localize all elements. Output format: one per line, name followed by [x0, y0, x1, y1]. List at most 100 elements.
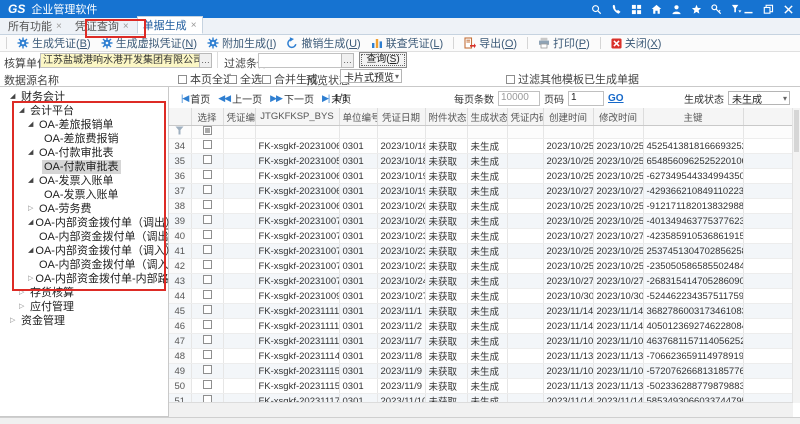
row-select-checkbox[interactable]	[203, 200, 212, 209]
table-row[interactable]: 48FK-xsgkf-20231114603012023/11/8未获取未生成2…	[169, 349, 793, 364]
column-header[interactable]: 凭证编号	[223, 108, 255, 126]
first-page-button[interactable]: |◀首页	[181, 91, 210, 106]
column-header[interactable]: JTGKFKSP_BYS	[255, 108, 339, 126]
row-select-checkbox[interactable]	[203, 365, 212, 374]
close-tab-button[interactable]: 关闭(X)	[611, 35, 662, 51]
tree-expanded-icon[interactable]: ◢	[28, 146, 37, 160]
table-row[interactable]: 39FK-xsgkf-20231007003012023/10/20未获取未生成…	[169, 214, 793, 229]
key-icon[interactable]	[711, 4, 722, 15]
tree-item[interactable]: OA-内部资金拨付单（调出单位凭证）	[0, 230, 168, 244]
tree-item[interactable]: ◢OA-差旅报销单	[0, 118, 168, 132]
table-row[interactable]: 47FK-xsgkf-20231111903012023/11/7未获取未生成2…	[169, 334, 793, 349]
page-number-input[interactable]: 1	[568, 91, 604, 106]
tree-item[interactable]: OA-付款审批表	[0, 160, 168, 174]
column-header[interactable]: 选择	[191, 108, 223, 126]
row-select-checkbox[interactable]	[203, 275, 212, 284]
column-header[interactable]: 修改时间	[593, 108, 643, 126]
select-all-checkbox[interactable]	[228, 75, 237, 84]
horizontal-scrollbar[interactable]	[169, 402, 793, 417]
column-header[interactable]: 附件状态	[425, 108, 467, 126]
tree-item[interactable]: ◢OA-付款审批表	[0, 146, 168, 160]
column-header[interactable]: 生成状态	[467, 108, 507, 126]
scrollbar-thumb[interactable]	[794, 110, 799, 152]
row-select-checkbox[interactable]	[203, 260, 212, 269]
column-header[interactable]: 凭证内码	[507, 108, 543, 126]
table-row[interactable]: 34FK-xsgkf-20231006203012023/10/18未获取未生成…	[169, 139, 793, 154]
merge-generate-checkbox[interactable]	[262, 75, 271, 84]
table-row[interactable]: 38FK-xsgkf-20231006903012023/10/20未获取未生成…	[169, 199, 793, 214]
export-button[interactable]: 导出(O)	[464, 35, 517, 51]
row-select-checkbox[interactable]	[203, 320, 212, 329]
tree-item[interactable]: ◢OA-内部资金拨付单（调出）	[0, 216, 168, 230]
phone-icon[interactable]	[611, 4, 622, 15]
user-icon[interactable]	[671, 4, 682, 15]
restore-icon[interactable]	[763, 4, 774, 15]
tree-item[interactable]: ◢财务会计	[0, 90, 168, 104]
tree-item[interactable]: OA-差旅费报销	[0, 132, 168, 146]
go-button[interactable]: GO	[608, 93, 624, 104]
star-icon[interactable]	[691, 4, 702, 15]
tree-item[interactable]: ◢会计平台	[0, 104, 168, 118]
row-select-checkbox[interactable]	[203, 335, 212, 344]
table-row[interactable]: 35FK-xsgkf-20231005603012023/10/18未获取未生成…	[169, 154, 793, 169]
tree-item[interactable]: OA-内部资金拨付单（调入单位凭证）	[0, 258, 168, 272]
tree-collapsed-icon[interactable]: ▷	[10, 314, 19, 328]
table-row[interactable]: 50FK-xsgkf-20231115203012023/11/9未获取未生成2…	[169, 379, 793, 394]
tree-item[interactable]: ◢OA-发票入账单	[0, 174, 168, 188]
select-page-checkbox[interactable]	[178, 75, 187, 84]
tab-all-functions[interactable]: 所有功能 ×	[3, 18, 67, 34]
table-row[interactable]: 49FK-xsgkf-20231115303012023/11/9未获取未生成2…	[169, 364, 793, 379]
table-row[interactable]: 46FK-xsgkf-20231111503012023/11/2未获取未生成2…	[169, 319, 793, 334]
minimize-icon[interactable]	[743, 4, 754, 15]
column-header[interactable]: 凭证日期	[377, 108, 425, 126]
tree-item[interactable]: ▷应付管理	[0, 300, 168, 314]
row-select-checkbox[interactable]	[203, 215, 212, 224]
filter-icon[interactable]	[731, 4, 742, 15]
accounting-unit-input[interactable]: 江苏盐城港响水港开发集团有限公司	[40, 53, 204, 68]
per-page-input[interactable]: 10000	[498, 91, 540, 106]
undo-generate-button[interactable]: 撤销生成(U)	[286, 35, 360, 51]
tree-collapsed-icon[interactable]: ▷	[19, 300, 28, 314]
tree-item[interactable]: ▷资金管理	[0, 314, 168, 328]
select-all-rows-checkbox[interactable]	[203, 126, 212, 135]
query-button[interactable]: 查询(S)	[359, 52, 407, 68]
tab-close-icon[interactable]: ×	[123, 21, 129, 32]
tree-item[interactable]: ▷OA-劳务费	[0, 202, 168, 216]
tree-item[interactable]: ◢OA-内部资金拨付单（调入）	[0, 244, 168, 258]
tree-expanded-icon[interactable]: ◢	[19, 104, 28, 118]
tree-item[interactable]: OA-发票入账单	[0, 188, 168, 202]
home-icon[interactable]	[651, 4, 662, 15]
filter-generated-checkbox[interactable]	[506, 75, 515, 84]
accounting-unit-browse-button[interactable]: …	[199, 53, 212, 68]
tree-collapsed-icon[interactable]: ▷	[19, 286, 28, 300]
column-header[interactable]: 单位编号	[339, 108, 377, 126]
tab-close-icon[interactable]: ×	[56, 21, 62, 32]
tab-close-icon[interactable]: ×	[191, 20, 197, 31]
apps-grid-icon[interactable]	[631, 4, 642, 15]
row-select-checkbox[interactable]	[203, 185, 212, 194]
row-select-checkbox[interactable]	[203, 350, 212, 359]
column-header[interactable]: 创建时间	[543, 108, 593, 126]
tree-item[interactable]: ▷OA-内部资金拨付单-内部路径	[0, 272, 168, 286]
row-select-checkbox[interactable]	[203, 380, 212, 389]
row-select-checkbox[interactable]	[203, 170, 212, 179]
filter-browse-button[interactable]: …	[341, 53, 354, 68]
row-select-checkbox[interactable]	[203, 155, 212, 164]
generate-voucher-button[interactable]: 生成凭证(B)	[17, 35, 91, 51]
print-button[interactable]: 打印(P)	[538, 35, 590, 51]
tab-document-generation[interactable]: 单据生成 ×	[137, 16, 203, 34]
tree-expanded-icon[interactable]: ◢	[10, 90, 19, 104]
tree-expanded-icon[interactable]: ◢	[28, 118, 37, 132]
table-row[interactable]: 40FK-xsgkf-20231007103012023/10/23未获取未生成…	[169, 229, 793, 244]
tree-collapsed-icon[interactable]: ▷	[28, 202, 37, 216]
generate-status-select[interactable]: 未生成▾	[728, 91, 790, 105]
filter-condition-input[interactable]	[258, 53, 342, 68]
linked-voucher-button[interactable]: 联查凭证(L)	[371, 35, 443, 51]
close-icon[interactable]	[783, 4, 794, 15]
tree-item[interactable]: ▷存货核算	[0, 286, 168, 300]
row-select-checkbox[interactable]	[203, 305, 212, 314]
table-row[interactable]: 43FK-xsgkf-20231007503012023/10/24未获取未生成…	[169, 274, 793, 289]
preview-state-select[interactable]: 卡片式预览 ▾	[340, 69, 402, 83]
table-row[interactable]: 37FK-xsgkf-20231006803012023/10/19未获取未生成…	[169, 184, 793, 199]
vertical-scrollbar[interactable]	[792, 108, 800, 403]
